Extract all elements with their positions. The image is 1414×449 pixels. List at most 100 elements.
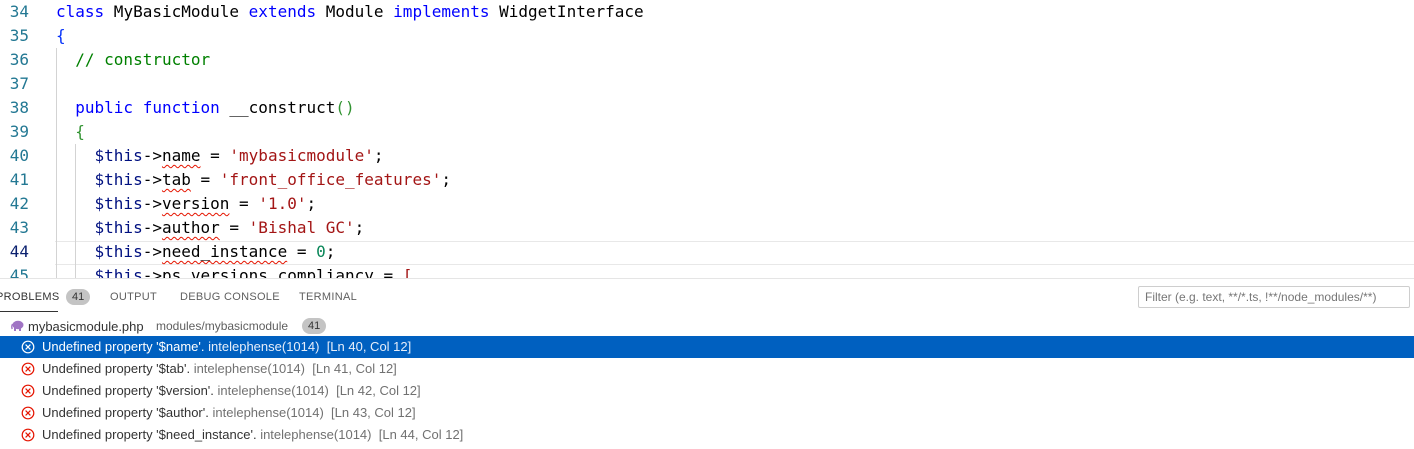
code-token: Module	[316, 2, 394, 21]
problem-text: Undefined property '$version'. intelephe…	[42, 380, 421, 402]
problems-count-badge: 41	[66, 289, 91, 305]
code-text: class MyBasicModule extends Module imple…	[56, 0, 644, 24]
code-line[interactable]: 37	[0, 72, 1414, 96]
error-circle-x-icon	[21, 362, 35, 376]
code-token: =	[373, 266, 403, 278]
code-token: $this	[94, 242, 143, 261]
code-line[interactable]: 35 {	[0, 24, 1414, 48]
code-token: ()	[335, 98, 355, 117]
panel-tabs: PROBLEMS 41 OUTPUT DEBUG CONSOLE TERMINA…	[0, 279, 1414, 317]
error-circle-x-icon	[21, 340, 35, 354]
tab-problems[interactable]: PROBLEMS	[0, 290, 60, 304]
error-token: tab	[161, 170, 191, 189]
code-token: ->	[142, 242, 162, 261]
code-text: $this->name = 'mybasicmodule';	[56, 144, 384, 168]
error-circle-x-icon	[21, 384, 35, 398]
tab-debug-console[interactable]: DEBUG CONSOLE	[180, 290, 280, 304]
code-token: MyBasicModule	[104, 2, 249, 21]
problem-item[interactable]: Undefined property '$author'. intelephen…	[0, 402, 1414, 424]
code-token: ;	[441, 170, 451, 189]
code-token: WidgetInterface	[489, 2, 644, 21]
problem-message: Undefined property '$need_instance'.	[42, 427, 257, 442]
code-token: [	[402, 266, 413, 278]
file-path: modules/mybasicmodule	[156, 319, 289, 333]
code-token: ;	[306, 194, 317, 213]
code-token: 0	[316, 242, 326, 261]
code-token: ->	[142, 266, 162, 278]
code-token: 'mybasicmodule'	[229, 146, 374, 165]
tab-output[interactable]: OUTPUT	[110, 290, 157, 304]
code-text: $this->author = 'Bishal GC';	[56, 216, 365, 240]
code-line[interactable]: 41 $this->tab = 'front_office_features';	[0, 168, 1414, 192]
problem-source: intelephense(1014)	[208, 339, 320, 354]
problem-item[interactable]: Undefined property '$need_instance'. int…	[0, 424, 1414, 446]
error-token: need_instance	[161, 242, 288, 261]
code-token: ->	[142, 194, 162, 213]
code-line[interactable]: 34 class MyBasicModule extends Module imp…	[0, 0, 1414, 24]
code-token: =	[190, 170, 220, 189]
code-line[interactable]: 40 $this->name = 'mybasicmodule';	[0, 144, 1414, 168]
line-number: 42	[9, 194, 29, 213]
problem-source: intelephense(1014)	[212, 405, 324, 420]
problem-message: Undefined property '$name'.	[42, 339, 205, 354]
code-token: // constructor	[75, 50, 211, 69]
code-text: $this->version = '1.0';	[56, 192, 317, 216]
code-token: {	[75, 122, 85, 141]
line-number: 39	[9, 122, 29, 141]
code-text: {	[56, 24, 66, 48]
problem-text: Undefined property '$tab'. intelephense(…	[42, 358, 397, 380]
code-line[interactable]: 44 $this->need_instance = 0;	[0, 240, 1414, 264]
bottom-panel: PROBLEMS 41 OUTPUT DEBUG CONSOLE TERMINA…	[0, 278, 1414, 449]
code-token: ;	[354, 218, 365, 237]
code-token: ;	[373, 146, 384, 165]
code-editor[interactable]: 34 class MyBasicModule extends Module imp…	[0, 0, 1414, 278]
problem-text: Undefined property '$author'. intelephen…	[42, 402, 416, 424]
line-number: 37	[9, 74, 29, 93]
code-text: $this->tab = 'front_office_features';	[56, 168, 451, 192]
code-token: $this	[94, 266, 143, 278]
code-line[interactable]: 43 $this->author = 'Bishal GC';	[0, 216, 1414, 240]
code-token: class	[56, 2, 105, 21]
code-token: public	[75, 98, 134, 117]
error-token: ps_versions_compliancy	[161, 266, 374, 278]
code-text: $this->need_instance = 0;	[56, 240, 336, 264]
code-token: '1.0'	[258, 194, 307, 213]
line-number: 44	[9, 242, 29, 261]
error-token: version	[161, 194, 230, 213]
line-number: 35	[9, 26, 29, 45]
code-text: public function __construct()	[56, 96, 355, 120]
code-token: =	[219, 218, 249, 237]
problem-text: Undefined property '$name'. intelephense…	[42, 336, 411, 358]
problem-message: Undefined property '$version'.	[42, 383, 214, 398]
code-token: =	[229, 194, 259, 213]
code-line[interactable]: 42 $this->version = '1.0';	[0, 192, 1414, 216]
line-number: 36	[9, 50, 29, 69]
problem-item[interactable]: Undefined property '$version'. intelephe…	[0, 380, 1414, 402]
problem-location: [Ln 40, Col 12]	[326, 339, 412, 354]
line-number: 40	[9, 146, 29, 165]
code-line[interactable]: 39 {	[0, 120, 1414, 144]
problem-item[interactable]: Undefined property '$name'. intelephense…	[0, 336, 1414, 358]
problem-location: [Ln 43, Col 12]	[331, 405, 416, 420]
problem-item[interactable]: Undefined property '$tab'. intelephense(…	[0, 358, 1414, 380]
tab-terminal[interactable]: TERMINAL	[299, 290, 357, 304]
problem-location: [Ln 44, Col 12]	[378, 427, 464, 442]
file-name: mybasicmodule.php	[28, 319, 144, 334]
problem-text: Undefined property '$need_instance'. int…	[42, 424, 463, 446]
code-line[interactable]: 45 $this->ps_versions_compliancy = [	[0, 264, 1414, 278]
active-tab-indicator	[0, 311, 58, 312]
line-number: 45	[9, 266, 29, 278]
code-token: extends	[248, 2, 317, 21]
code-line[interactable]: 36 // constructor	[0, 48, 1414, 72]
problems-file-group[interactable]: mybasicmodule.php modules/mybasicmodule …	[0, 316, 1414, 337]
problems-filter-input[interactable]	[1138, 286, 1410, 308]
code-line[interactable]: 38 public function __construct()	[0, 96, 1414, 120]
code-token: ->	[142, 146, 162, 165]
code-token: function	[142, 98, 220, 117]
